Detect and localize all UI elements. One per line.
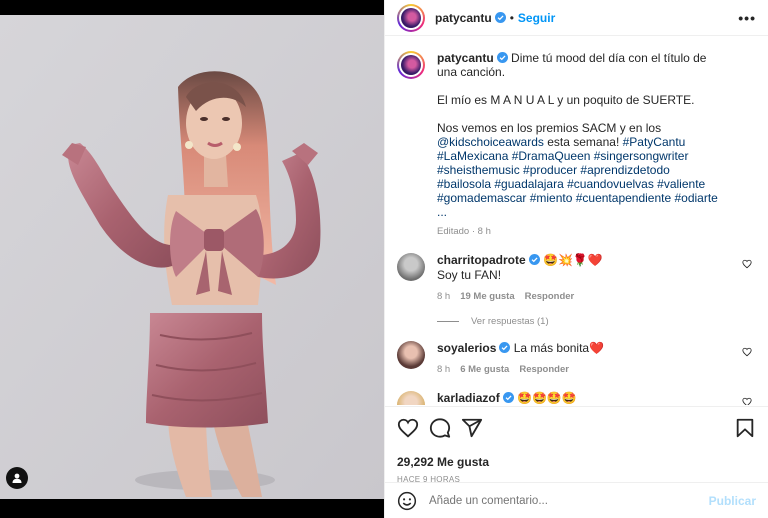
comment-text: La más bonita❤️ xyxy=(513,341,605,355)
view-replies-button[interactable]: Ver respuestas (1) xyxy=(437,316,756,327)
post-header: patycantu • Seguir ••• xyxy=(385,0,768,36)
post-caption: patycantu Dime tú mood del día con el tí… xyxy=(397,51,756,239)
header-username[interactable]: patycantu xyxy=(435,11,492,25)
comment-input[interactable] xyxy=(429,494,699,507)
comment-likes[interactable]: 19 Me gusta xyxy=(460,291,514,302)
caption-line-3: Nos vemos en los premios SACM y en los @… xyxy=(437,121,727,219)
comment-username[interactable]: soyalerios xyxy=(437,341,496,355)
verified-badge-icon xyxy=(502,392,514,403)
commenter-avatar[interactable] xyxy=(397,253,425,281)
like-comment-heart-icon[interactable] xyxy=(742,259,752,269)
comments-section[interactable]: patycantu Dime tú mood del día con el tí… xyxy=(385,37,768,405)
verified-badge-icon xyxy=(528,254,540,265)
comment-item: karladiazof 🤩🤩🤩🤩 xyxy=(397,391,756,405)
caption-line-3-start: Nos vemos en los premios SACM y en los xyxy=(437,121,662,135)
like-comment-heart-icon[interactable] xyxy=(742,347,752,357)
post-photo[interactable] xyxy=(0,15,384,499)
replies-divider xyxy=(437,321,459,322)
verified-badge-icon xyxy=(499,342,511,353)
view-replies-label: Ver respuestas (1) xyxy=(471,316,549,327)
tagged-user-icon[interactable] xyxy=(6,467,28,489)
caption-line-3-end: esta semana! xyxy=(543,135,623,149)
commenter-avatar[interactable] xyxy=(397,341,425,369)
comment-time: 8 h xyxy=(437,364,451,375)
separator-dot: • xyxy=(509,10,514,25)
like-heart-icon[interactable] xyxy=(397,417,419,439)
reply-button[interactable]: Responder xyxy=(525,291,575,302)
commenter-avatar[interactable] xyxy=(397,391,425,405)
more-options-icon[interactable]: ••• xyxy=(738,10,756,26)
publish-button[interactable]: Publicar xyxy=(709,494,756,508)
reply-button[interactable]: Responder xyxy=(519,364,569,375)
add-comment-bar: Publicar xyxy=(385,482,768,518)
comment-username[interactable]: karladiazof xyxy=(437,391,500,405)
comment-text: 🤩🤩🤩🤩 xyxy=(517,391,577,405)
comment-time: 8 h xyxy=(437,291,451,302)
comment-username[interactable]: charritopadrote xyxy=(437,253,526,267)
comment-text: 🤩💥🌹❤️ xyxy=(543,253,603,267)
caption-username[interactable]: patycantu xyxy=(437,51,494,65)
avatar[interactable] xyxy=(397,3,425,32)
save-bookmark-icon[interactable] xyxy=(734,417,756,439)
follow-button[interactable]: Seguir xyxy=(518,11,555,25)
post-actions: 29,292 Me gusta HACE 9 HORAS xyxy=(385,406,768,484)
post-modal: patycantu • Seguir ••• patycantu Dime tú… xyxy=(0,0,768,518)
comment-item: charritopadrote 🤩💥🌹❤️ Soy tu FAN! 8 h 19 … xyxy=(397,253,756,304)
caption-avatar[interactable] xyxy=(397,51,425,79)
verified-badge-icon xyxy=(494,12,506,23)
photo-illustration xyxy=(0,15,384,499)
likes-count[interactable]: 29,292 Me gusta xyxy=(397,455,756,469)
caption-line-2: El mío es M A N U A L y un poquito de SU… xyxy=(437,93,695,107)
verified-badge-icon xyxy=(496,52,508,63)
like-comment-heart-icon[interactable] xyxy=(742,397,752,405)
caption-meta: Editado · 8 h xyxy=(437,226,491,237)
share-send-icon[interactable] xyxy=(461,417,483,439)
comment-item: soyalerios La más bonita❤️ 8 h 6 Me gusta… xyxy=(397,341,756,377)
comment-text-line-2: Soy tu FAN! xyxy=(437,268,502,282)
post-side-panel: patycantu • Seguir ••• patycantu Dime tú… xyxy=(384,0,768,518)
comment-bubble-icon[interactable] xyxy=(429,417,451,439)
caption-mention-link[interactable]: @kidschoiceawards xyxy=(437,135,544,149)
comment-likes[interactable]: 6 Me gusta xyxy=(460,364,509,375)
emoji-picker-icon[interactable] xyxy=(397,491,417,511)
